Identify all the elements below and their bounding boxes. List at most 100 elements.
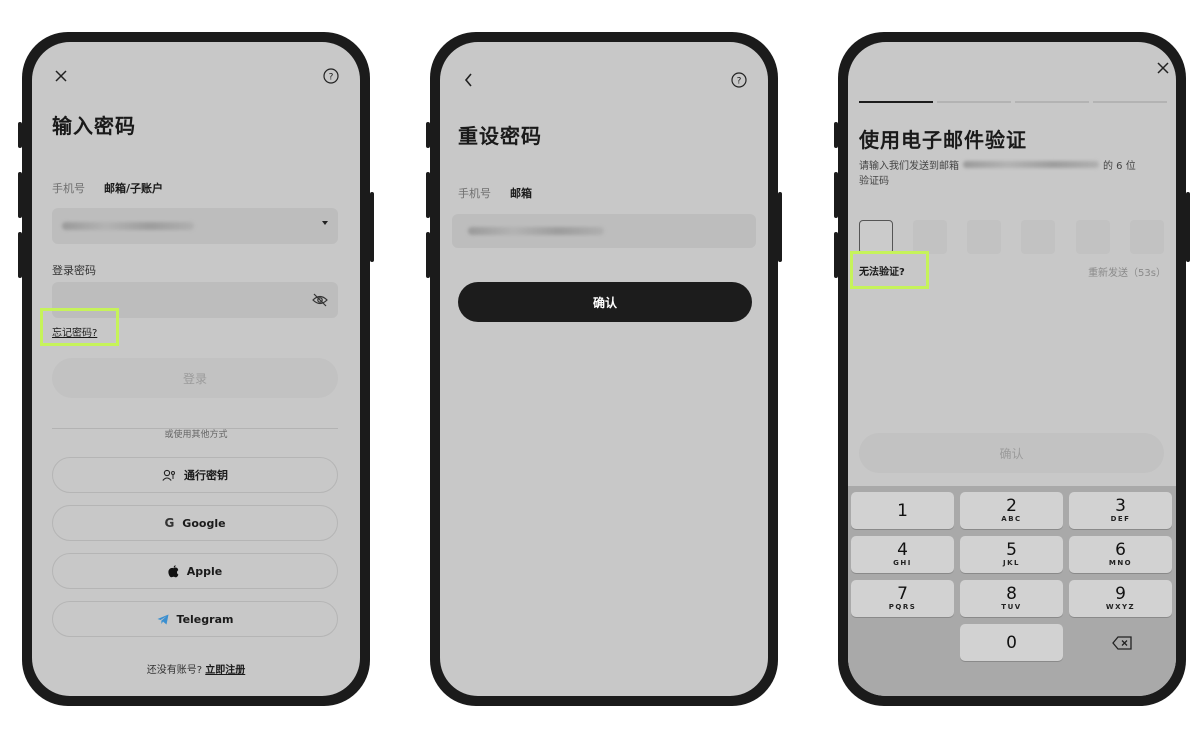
key-digit: 2 [1006,496,1017,516]
svg-text:?: ? [737,77,742,87]
signup-link[interactable]: 立即注册 [205,665,245,676]
key-letters: PQRS [888,603,917,611]
masked-email [963,161,1099,168]
google-icon: G [164,516,175,530]
key-digit: 8 [1006,584,1017,604]
phone-side-button [18,232,22,278]
backspace-icon[interactable] [1110,632,1134,654]
instruction-line-2: 验证码 [859,176,889,187]
key-0[interactable]: 0 [960,624,1063,661]
key-digit: 7 [897,584,908,604]
progress-step [1015,101,1089,103]
confirm-button[interactable]: 确认 [458,282,752,322]
progress-step-active [859,101,933,103]
back-icon[interactable] [458,69,480,91]
key-digit: 5 [1006,540,1017,560]
code-digit-5[interactable] [1076,220,1110,254]
login-button[interactable]: 登录 [52,358,338,398]
page-title: 输入密码 [52,114,136,138]
page-title: 重设密码 [458,124,542,148]
key-digit: 1 [897,500,908,521]
key-letters: WXYZ [1105,603,1136,611]
apple-label: Apple [186,564,223,578]
phone-side-button [426,172,430,218]
passkey-button[interactable]: 通行密钥 [52,457,338,493]
chevron-down-icon[interactable] [322,221,328,225]
key-4[interactable]: 4 GHI [851,536,954,573]
key-8[interactable]: 8 TUV [960,580,1063,617]
key-letters: DEF [1110,515,1131,523]
phone-side-button [426,122,430,148]
phone-side-button [426,232,430,278]
telegram-button[interactable]: Telegram [52,601,338,637]
key-letters: GHI [893,559,912,567]
help-icon[interactable]: ? [320,65,342,87]
code-digit-6[interactable] [1130,220,1164,254]
key-3[interactable]: 3 DEF [1069,492,1172,529]
phone-side-button [834,232,838,278]
phone-reset-password: ? 重设密码 手机号 邮箱 确认 [426,32,782,706]
tab-phone[interactable]: 手机号 [458,185,491,201]
phone-side-button [18,122,22,148]
phone-side-button [1186,192,1190,262]
key-digit: 3 [1115,496,1126,516]
code-digit-1[interactable] [859,220,893,254]
google-label: Google [182,516,226,530]
confirm-button[interactable]: 确认 [859,433,1164,473]
masked-email [468,227,604,235]
apple-icon [168,564,179,577]
key-digit: 0 [1006,632,1017,653]
divider-text-wrap: 或使用其他方式 [32,422,360,441]
tab-phone[interactable]: 手机号 [52,180,85,196]
key-letters: JKL [1003,559,1020,567]
phone-side-button [778,192,782,262]
key-digit: 9 [1115,584,1126,604]
cannot-verify-link[interactable]: 无法验证? [859,263,905,278]
apple-button[interactable]: Apple [52,553,338,589]
eye-off-icon[interactable] [312,292,328,311]
help-icon[interactable]: ? [728,69,750,91]
instruction-text: 请输入我们发送到邮箱 的 6 位 [859,157,1136,172]
numeric-keypad: 1 2 ABC 3 DEF 4 GHI 5 JKL 6 MNO 7 PQRS 8 TUV 9W… [848,486,1176,696]
key-6[interactable]: 6 MNO [1069,536,1172,573]
resend-countdown: 重新发送（53s） [1088,268,1166,279]
signup-row: 还没有账号? 立即注册 [32,661,360,676]
key-2[interactable]: 2 ABC [960,492,1063,529]
tab-email[interactable]: 邮箱 [510,185,532,201]
progress-step [1093,101,1167,103]
forgot-password-link[interactable]: 忘记密码? [52,324,97,339]
code-digit-4[interactable] [1021,220,1055,254]
instruction-suffix: 的 6 位 [1103,161,1136,172]
email-field[interactable] [52,208,338,244]
passkey-label: 通行密钥 [184,469,228,482]
google-button[interactable]: G Google [52,505,338,541]
close-icon[interactable] [1152,57,1174,79]
passkey-icon [162,469,175,481]
close-icon[interactable] [50,65,72,87]
phone-side-button [834,172,838,218]
key-7[interactable]: 7 PQRS [851,580,954,617]
key-letters: ABC [1001,515,1022,523]
key-9[interactable]: 9 WXYZ [1069,580,1172,617]
divider-text: 或使用其他方式 [156,430,236,440]
key-5[interactable]: 5 JKL [960,536,1063,573]
svg-text:?: ? [329,73,334,83]
key-1[interactable]: 1 [851,492,954,529]
telegram-icon [157,614,169,624]
page-title: 使用电子邮件验证 [859,128,1027,152]
telegram-label: Telegram [176,612,234,626]
phone-side-button [834,122,838,148]
phone-side-button [18,172,22,218]
email-verification-screen: 使用电子邮件验证 请输入我们发送到邮箱 的 6 位 验证码 无法验证? 重新发送… [848,42,1176,696]
code-digit-2[interactable] [913,220,947,254]
password-label: 登录密码 [52,264,96,277]
key-letters: MNO [1108,559,1133,567]
progress-step [937,101,1011,103]
reset-password-screen: ? 重设密码 手机号 邮箱 确认 [440,42,768,696]
email-field[interactable] [452,214,756,248]
tab-email-subaccount[interactable]: 邮箱/子账户 [104,180,163,196]
key-letters: TUV [1001,603,1022,611]
code-digit-3[interactable] [967,220,1001,254]
phone-login: ? 输入密码 手机号 邮箱/子账户 登录密码 忘记密码? 登录 或使用其他方式 … [18,32,374,706]
login-screen: ? 输入密码 手机号 邮箱/子账户 登录密码 忘记密码? 登录 或使用其他方式 … [32,42,360,696]
